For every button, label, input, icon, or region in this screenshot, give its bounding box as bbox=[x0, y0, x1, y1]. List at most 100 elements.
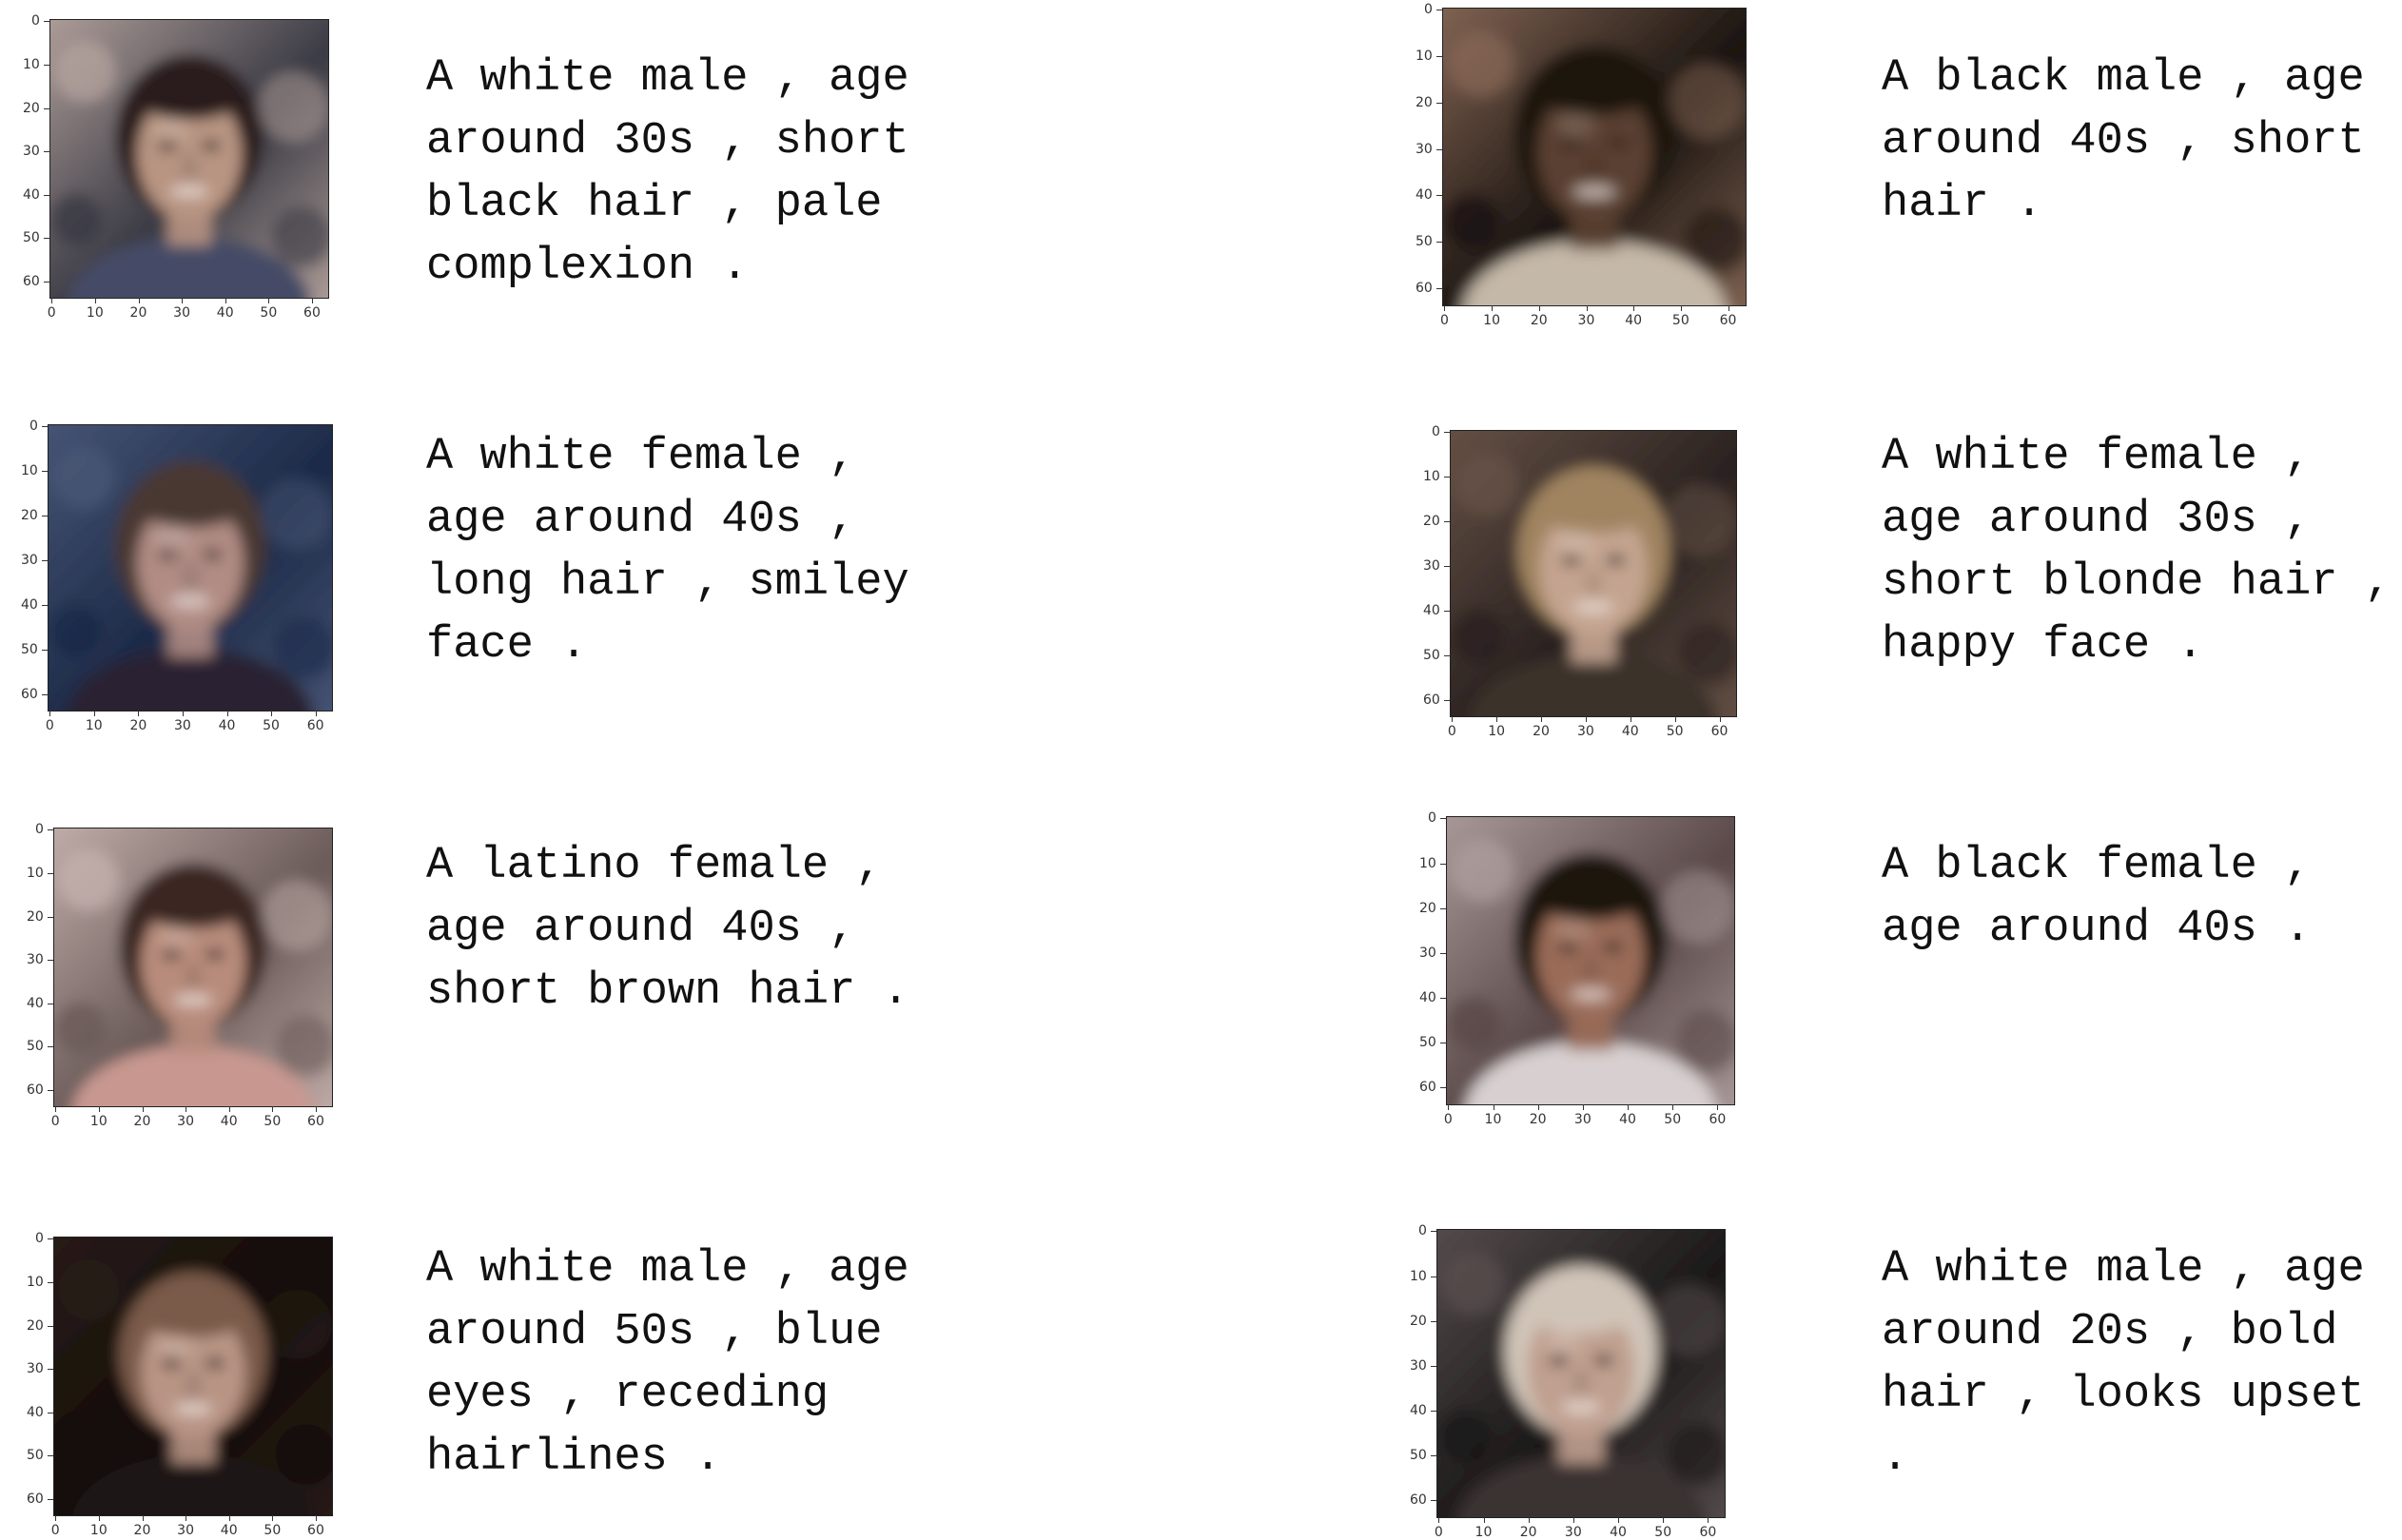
y-tick-label: 40 bbox=[27, 995, 44, 1011]
x-tick-label: 30 bbox=[1573, 1112, 1592, 1127]
y-tick-label: 0 bbox=[1418, 1223, 1427, 1239]
y-tick-mark bbox=[1440, 1087, 1446, 1089]
x-tick-mark bbox=[98, 1515, 100, 1521]
y-tick-mark bbox=[42, 471, 48, 473]
caption-line: hair . bbox=[1882, 179, 2043, 229]
x-tick-label: 0 bbox=[1434, 1525, 1443, 1540]
x-tick-mark bbox=[228, 1106, 230, 1112]
y-tick-mark bbox=[1444, 521, 1450, 523]
x-tick-mark bbox=[98, 1106, 100, 1112]
y-tick-label: 60 bbox=[1423, 692, 1440, 708]
generated-face-image bbox=[54, 828, 332, 1106]
y-tick-mark bbox=[48, 1325, 53, 1327]
y-tick-mark bbox=[42, 426, 48, 428]
y-tick-mark bbox=[48, 960, 53, 962]
y-tick-label: 50 bbox=[27, 1039, 44, 1055]
y-tick-label: 50 bbox=[1423, 647, 1440, 663]
y-tick-mark bbox=[44, 238, 49, 240]
x-tick-mark bbox=[55, 1515, 57, 1521]
x-tick-label: 40 bbox=[220, 1523, 238, 1538]
x-tick-label: 30 bbox=[173, 305, 190, 321]
y-tick-mark bbox=[48, 1090, 53, 1092]
x-tick-mark bbox=[1448, 1104, 1450, 1110]
generated-face-image bbox=[49, 425, 332, 711]
y-tick-label: 60 bbox=[1419, 1080, 1436, 1096]
x-tick-mark bbox=[316, 1515, 318, 1521]
panel-caption: A white female , age around 30s , short bl… bbox=[1882, 426, 2392, 677]
face-image-frame bbox=[1442, 8, 1747, 306]
x-tick-label: 30 bbox=[177, 1114, 194, 1129]
x-tick-label: 30 bbox=[1564, 1525, 1582, 1540]
x-tick-label: 40 bbox=[1610, 1525, 1627, 1540]
y-tick-label: 40 bbox=[1423, 602, 1440, 618]
y-tick-label: 0 bbox=[35, 1231, 44, 1247]
x-tick-label: 40 bbox=[220, 1114, 238, 1129]
y-tick-mark bbox=[44, 282, 49, 283]
x-tick-mark bbox=[49, 711, 51, 716]
y-tick-mark bbox=[1431, 1320, 1436, 1322]
y-tick-label: 30 bbox=[21, 552, 38, 568]
y-tick-mark bbox=[42, 649, 48, 651]
generated-face-image bbox=[1443, 9, 1746, 305]
face-image-frame bbox=[49, 19, 329, 299]
x-tick-label: 60 bbox=[1710, 724, 1728, 739]
x-tick-label: 40 bbox=[1621, 724, 1639, 739]
x-tick-label: 0 bbox=[50, 1114, 60, 1129]
x-tick-mark bbox=[1496, 716, 1498, 722]
caption-line: A black female , bbox=[1882, 841, 2312, 891]
y-tick-label: 0 bbox=[1432, 424, 1440, 440]
y-tick-mark bbox=[44, 21, 49, 23]
y-tick-label: 30 bbox=[1416, 141, 1433, 157]
x-tick-mark bbox=[138, 711, 140, 716]
x-tick-mark bbox=[1537, 1104, 1539, 1110]
x-tick-mark bbox=[1672, 1104, 1674, 1110]
caption-line: age around 40s , bbox=[426, 904, 856, 954]
x-tick-label: 50 bbox=[1671, 313, 1689, 328]
y-tick-mark bbox=[1431, 1411, 1436, 1413]
y-tick-mark bbox=[44, 64, 49, 66]
y-tick-label: 10 bbox=[27, 865, 44, 881]
x-tick-label: 10 bbox=[1474, 1525, 1493, 1540]
x-tick-mark bbox=[1438, 1517, 1440, 1523]
x-tick-label: 10 bbox=[1488, 724, 1506, 739]
caption-line: long hair , smiley bbox=[426, 557, 909, 608]
x-tick-mark bbox=[183, 711, 185, 716]
generated-face-image bbox=[54, 1238, 332, 1515]
y-tick-label: 30 bbox=[1423, 557, 1440, 574]
x-tick-mark bbox=[1674, 716, 1676, 722]
y-tick-mark bbox=[44, 194, 49, 196]
y-tick-label: 40 bbox=[1419, 990, 1436, 1006]
x-tick-label: 40 bbox=[216, 305, 234, 321]
y-tick-label: 60 bbox=[21, 686, 38, 702]
y-tick-mark bbox=[1436, 242, 1442, 244]
x-tick-mark bbox=[1719, 716, 1721, 722]
panel-caption: A white male , age around 30s , short blac… bbox=[426, 48, 909, 299]
caption-line: age around 30s , bbox=[1882, 495, 2312, 545]
x-tick-label: 60 bbox=[1719, 313, 1737, 328]
y-tick-label: 60 bbox=[27, 1491, 44, 1508]
caption-line: A white male , age bbox=[426, 53, 909, 104]
y-tick-label: 0 bbox=[1424, 2, 1433, 18]
y-tick-label: 0 bbox=[35, 822, 44, 838]
y-tick-label: 10 bbox=[21, 463, 38, 479]
y-tick-label: 20 bbox=[1419, 900, 1436, 916]
y-tick-mark bbox=[1431, 1231, 1436, 1233]
x-tick-mark bbox=[1538, 305, 1540, 311]
x-tick-mark bbox=[1582, 1104, 1584, 1110]
y-tick-label: 30 bbox=[1419, 945, 1436, 961]
x-tick-mark bbox=[1483, 1517, 1485, 1523]
y-tick-mark bbox=[48, 1046, 53, 1048]
generated-face-image bbox=[1437, 1230, 1725, 1517]
generated-face-image bbox=[1447, 817, 1734, 1104]
y-tick-label: 20 bbox=[1416, 94, 1433, 110]
face-image-frame bbox=[53, 828, 333, 1107]
x-tick-label: 10 bbox=[1484, 1112, 1502, 1127]
y-tick-mark bbox=[1444, 610, 1450, 612]
y-tick-label: 10 bbox=[23, 56, 40, 72]
x-tick-label: 10 bbox=[89, 1114, 107, 1129]
x-tick-mark bbox=[1492, 305, 1494, 311]
y-tick-mark bbox=[48, 829, 53, 831]
caption-line: . bbox=[1882, 1433, 1909, 1483]
y-tick-mark bbox=[1436, 287, 1442, 289]
y-tick-label: 10 bbox=[1410, 1268, 1427, 1284]
